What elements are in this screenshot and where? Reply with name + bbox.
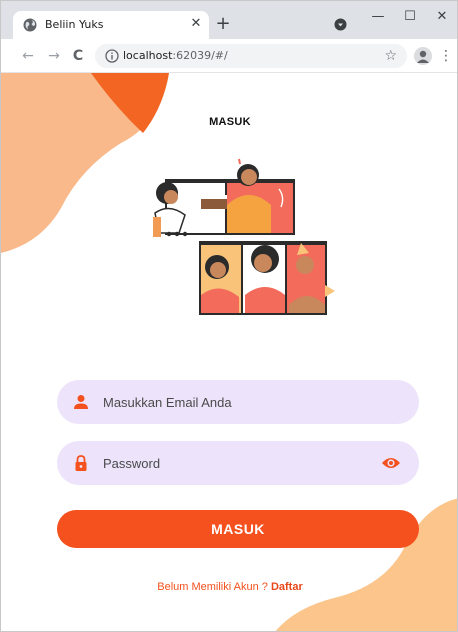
maximize-button[interactable]: ☐	[399, 7, 421, 27]
close-window-button[interactable]: ✕	[431, 7, 453, 27]
app-viewport: MASUK Masukkan Email Anda MASUK Belum Me…	[1, 73, 457, 631]
video-call-illustration	[153, 158, 335, 315]
browser-toolbar: ← → C localhost:62039/#/ ☆ ⋮	[1, 39, 457, 73]
bookmark-star-icon[interactable]: ☆	[384, 46, 397, 66]
globe-icon	[23, 18, 37, 32]
info-icon[interactable]	[105, 49, 119, 63]
lock-icon	[75, 455, 87, 471]
title-bar: Beliin Yuks ✕ + — ☐ ✕	[1, 1, 457, 39]
register-link[interactable]: Daftar	[271, 581, 303, 593]
minimize-button[interactable]: —	[367, 7, 389, 27]
tab-close-icon[interactable]: ✕	[187, 15, 205, 33]
email-field	[57, 380, 419, 424]
profile-avatar-icon[interactable]	[414, 47, 432, 65]
register-prompt-text: Belum Memiliki Akun ?	[157, 581, 271, 593]
password-field	[57, 441, 419, 485]
person-icon	[74, 395, 88, 409]
tab-search-icon[interactable]	[334, 18, 347, 31]
url-host: localhost	[123, 49, 173, 62]
browser-tab[interactable]: Beliin Yuks ✕	[13, 11, 209, 39]
browser-window: Beliin Yuks ✕ + — ☐ ✕ ← → C localhost:62…	[0, 0, 458, 632]
email-input[interactable]	[103, 380, 373, 424]
eye-icon[interactable]	[381, 455, 401, 471]
tab-title: Beliin Yuks	[45, 18, 104, 31]
login-button[interactable]: MASUK	[57, 510, 419, 548]
back-arrow-icon[interactable]: ←	[19, 47, 37, 65]
password-input[interactable]	[103, 441, 373, 485]
url-text: localhost:62039/#/	[123, 49, 228, 62]
url-path: :62039/#/	[172, 49, 228, 62]
forward-arrow-icon[interactable]: →	[45, 47, 63, 65]
browser-menu-icon[interactable]: ⋮	[439, 47, 453, 65]
address-bar[interactable]: localhost:62039/#/ ☆	[95, 44, 407, 68]
page-title: MASUK	[209, 116, 251, 128]
new-tab-button[interactable]: +	[213, 15, 233, 35]
register-prompt: Belum Memiliki Akun ? Daftar	[1, 581, 457, 593]
reload-icon[interactable]: C	[69, 47, 87, 65]
